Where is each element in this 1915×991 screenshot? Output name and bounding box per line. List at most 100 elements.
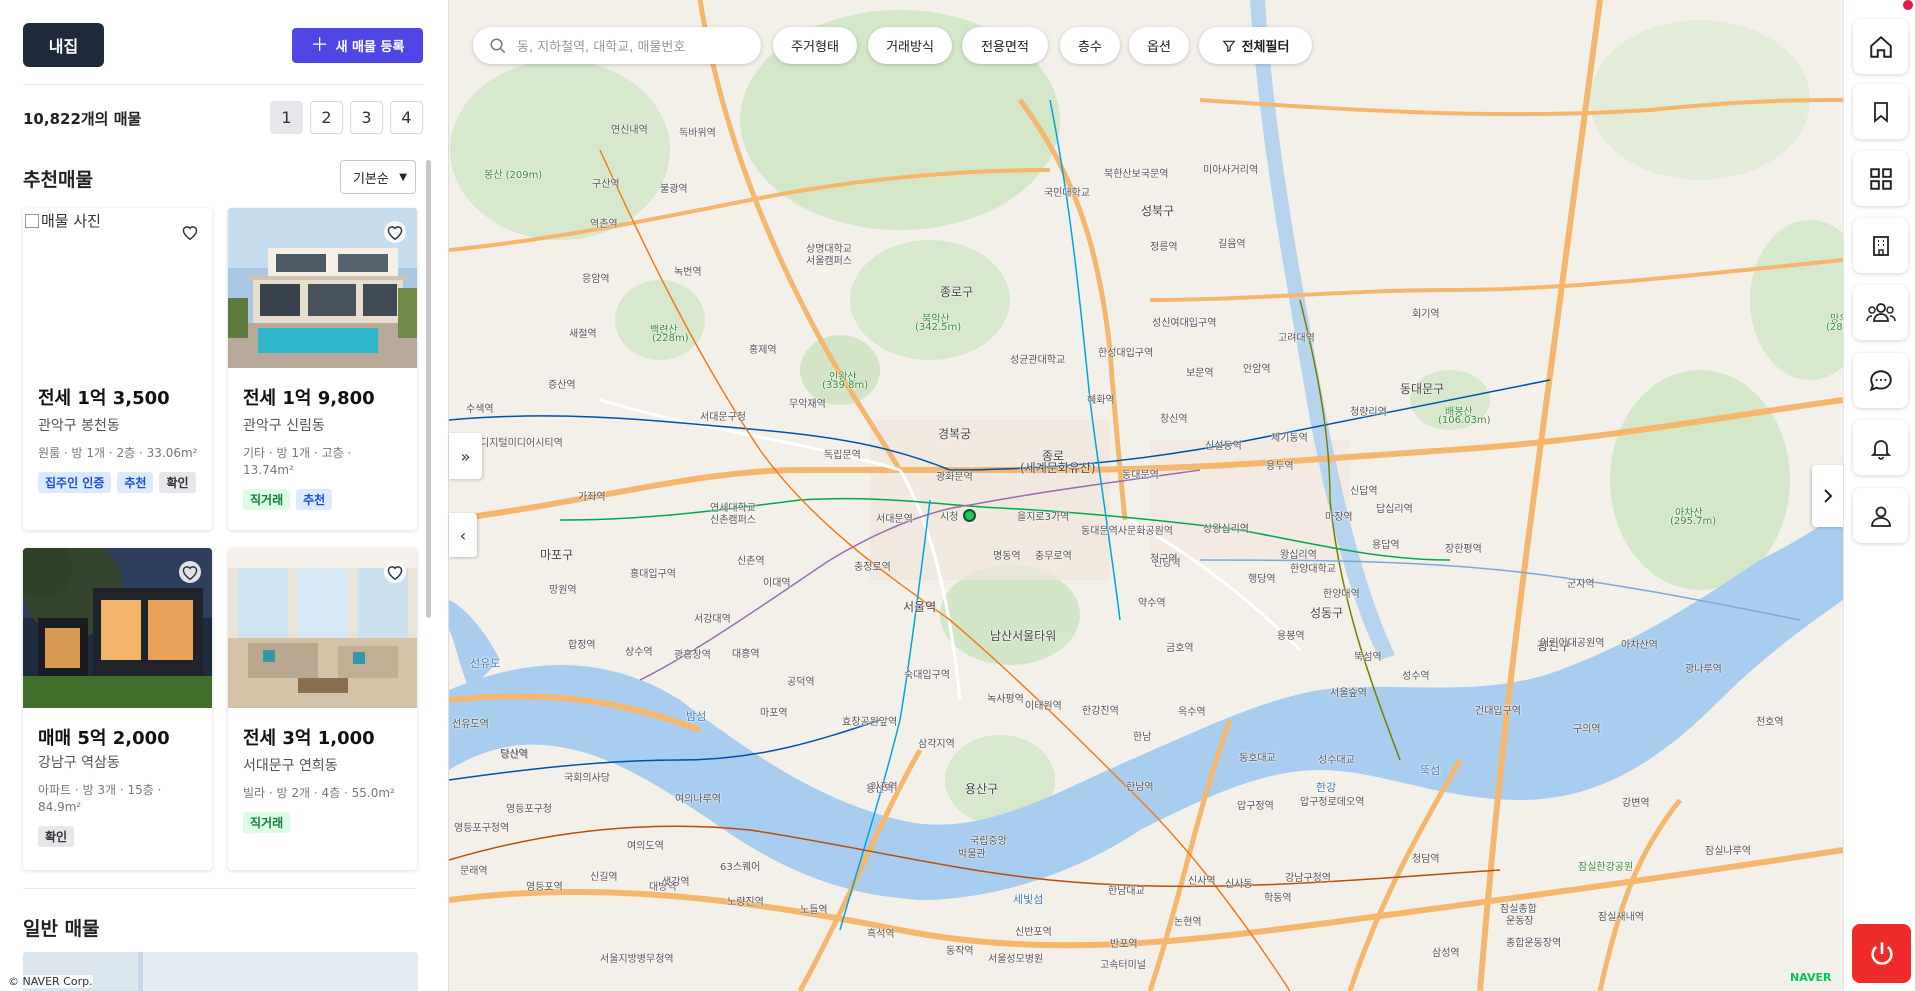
map-label: (295.7m): [1670, 516, 1717, 527]
map-label: 상수역: [625, 647, 653, 658]
profile-button[interactable]: [1853, 488, 1908, 543]
map[interactable]: 서울역 남산서울타워 경복궁 종로 (세계문화유산) 동대문역 용산구 성동구 광진구 동대문구 종…: [449, 0, 1843, 991]
listing-tags: 직거래: [243, 812, 405, 833]
home-button[interactable]: [1853, 19, 1908, 74]
panel-scrollbar[interactable]: [426, 160, 431, 618]
logo-button[interactable]: 내집: [23, 23, 104, 67]
notification-button[interactable]: [1853, 420, 1908, 475]
grid-icon: [1869, 167, 1892, 190]
map-label: (106.03m): [1438, 415, 1491, 426]
map-label: 신길역: [590, 872, 618, 883]
map-label: 선유도역: [452, 719, 489, 730]
map-label: 삼성역: [1432, 948, 1460, 959]
map-label: 신답역: [1350, 486, 1378, 497]
listing-card[interactable]: 매물 사진 전세 1억 3,500 관악구 봉천동 원룸 · 방 1개 · 2층…: [23, 208, 212, 530]
expand-panel-button[interactable]: »: [449, 433, 482, 479]
listing-tags: 집주인 인증 추천 확인: [38, 472, 200, 493]
map-label: 국민대학교: [1044, 188, 1090, 199]
map-label: 창신역: [1160, 414, 1188, 425]
page-button-1[interactable]: 1: [270, 101, 303, 134]
search-placeholder: 동, 지하철역, 대학교, 매물번호: [517, 40, 686, 55]
map-label: 천호역: [1756, 717, 1784, 728]
filter-floor[interactable]: 층수: [1060, 27, 1120, 64]
recommended-section-title: 추천매물: [23, 169, 93, 191]
map-label: 건대입구역: [1475, 706, 1521, 717]
map-label: 한남역: [1126, 782, 1154, 793]
map-label: 공덕역: [787, 677, 815, 688]
map-label: 대흥역: [732, 649, 760, 660]
map-label: 학동역: [1264, 893, 1292, 904]
map-label: 응암역: [582, 274, 610, 285]
map-label: 성동구: [1310, 606, 1344, 620]
users-icon: [1865, 302, 1896, 322]
building-button[interactable]: [1853, 218, 1908, 273]
map-label: 국회의사당: [564, 773, 610, 784]
map-label: (339.8m): [822, 380, 869, 391]
map-label: 63스퀘어: [720, 862, 761, 873]
map-label: 왕십리역: [1280, 550, 1317, 561]
listing-card[interactable]: 매매 5억 2,000 강남구 역삼동 아파트 · 방 3개 · 15층 · 8…: [23, 548, 212, 870]
expand-right-panel-button[interactable]: [1812, 465, 1843, 527]
location-marker[interactable]: [963, 509, 976, 522]
map-label: 정릉역: [1150, 242, 1178, 253]
map-label: 흑석역: [867, 929, 895, 940]
chevron-left-icon: ‹: [459, 525, 467, 545]
community-button[interactable]: [1853, 285, 1908, 340]
map-label: 구산역: [592, 179, 620, 190]
map-label: 성신여대입구역: [1152, 318, 1217, 329]
map-label: 무악재역: [789, 399, 826, 410]
map-label: 고려대역: [1278, 333, 1315, 344]
page-button-2[interactable]: 2: [310, 101, 343, 134]
double-chevron-right-icon: »: [460, 446, 471, 466]
filter-options[interactable]: 옵션: [1129, 27, 1189, 64]
listing-photo: [143, 952, 418, 991]
chat-button[interactable]: [1853, 353, 1908, 408]
heart-icon[interactable]: [179, 221, 201, 243]
map-label: 행당역: [1248, 574, 1276, 585]
heart-icon[interactable]: [384, 221, 406, 243]
map-label: 충무로역: [1035, 551, 1072, 562]
sort-select[interactable]: 기본순 ▼: [340, 160, 416, 194]
page-button-3[interactable]: 3: [350, 101, 383, 134]
listing-card[interactable]: 전세 1억 9,800 관악구 신림동 기타 · 방 1개 · 고층 · 13.…: [228, 208, 417, 530]
map-label: 신촌역: [737, 556, 765, 567]
map-label: 강변역: [1622, 798, 1650, 809]
power-button[interactable]: [1852, 924, 1911, 983]
map-label: 세빛섬: [1013, 893, 1044, 906]
map-label: 신촌캠퍼스: [710, 515, 756, 526]
map-label: 청량리역: [1350, 407, 1387, 418]
map-label: 장한평역: [1445, 544, 1482, 555]
new-listing-label: 새 매물 등록: [335, 40, 405, 55]
map-label: 봉산 (209m): [484, 170, 543, 181]
grid-button[interactable]: [1853, 151, 1908, 206]
listing-info: 전세 1억 9,800 관악구 신림동 기타 · 방 1개 · 고층 · 13.…: [243, 384, 405, 510]
filter-area[interactable]: 전용면적: [962, 27, 1048, 64]
map-label: 동호대교: [1239, 753, 1276, 764]
filter-housing-type[interactable]: 주거형태: [773, 27, 857, 64]
map-label: 박물관: [958, 849, 986, 860]
all-filters-button[interactable]: 전체필터: [1199, 27, 1312, 64]
map-label: 반포역: [1110, 939, 1138, 950]
notification-dot: [1903, 0, 1913, 10]
pagination: 1 2 3 4: [270, 101, 423, 134]
filter-deal-type[interactable]: 거래방식: [868, 27, 952, 64]
map-label: 잠실한강공원: [1578, 862, 1634, 873]
new-listing-button[interactable]: ＋ 새 매물 등록: [292, 28, 423, 63]
heart-icon[interactable]: [384, 561, 406, 583]
heart-icon[interactable]: [179, 561, 201, 583]
map-label: 군자역: [1567, 579, 1595, 590]
map-label: 마포구: [540, 548, 574, 562]
map-label: 종로구: [940, 285, 974, 299]
listing-spec: 원룸 · 방 1개 · 2층 · 33.06m²: [38, 446, 198, 460]
listing-panel: 내집 ＋ 새 매물 등록 10,822개의 매물 1 2 3 4 추천매물 기본…: [0, 0, 449, 991]
search-input[interactable]: 동, 지하철역, 대학교, 매물번호: [473, 27, 761, 64]
bookmark-button[interactable]: [1853, 84, 1908, 139]
chevron-right-icon: [1823, 489, 1832, 503]
page-button-4[interactable]: 4: [390, 101, 423, 134]
tag: 추천: [296, 489, 333, 510]
divider: [23, 888, 416, 889]
map-label: 서울캠퍼스: [806, 256, 852, 267]
listing-card[interactable]: 전세 3억 1,000 서대문구 연희동 빌라 · 방 2개 · 4층 · 55…: [228, 548, 417, 870]
collapse-panel-button[interactable]: ‹: [449, 513, 477, 557]
listing-location: 강남구 역삼동: [38, 755, 120, 771]
